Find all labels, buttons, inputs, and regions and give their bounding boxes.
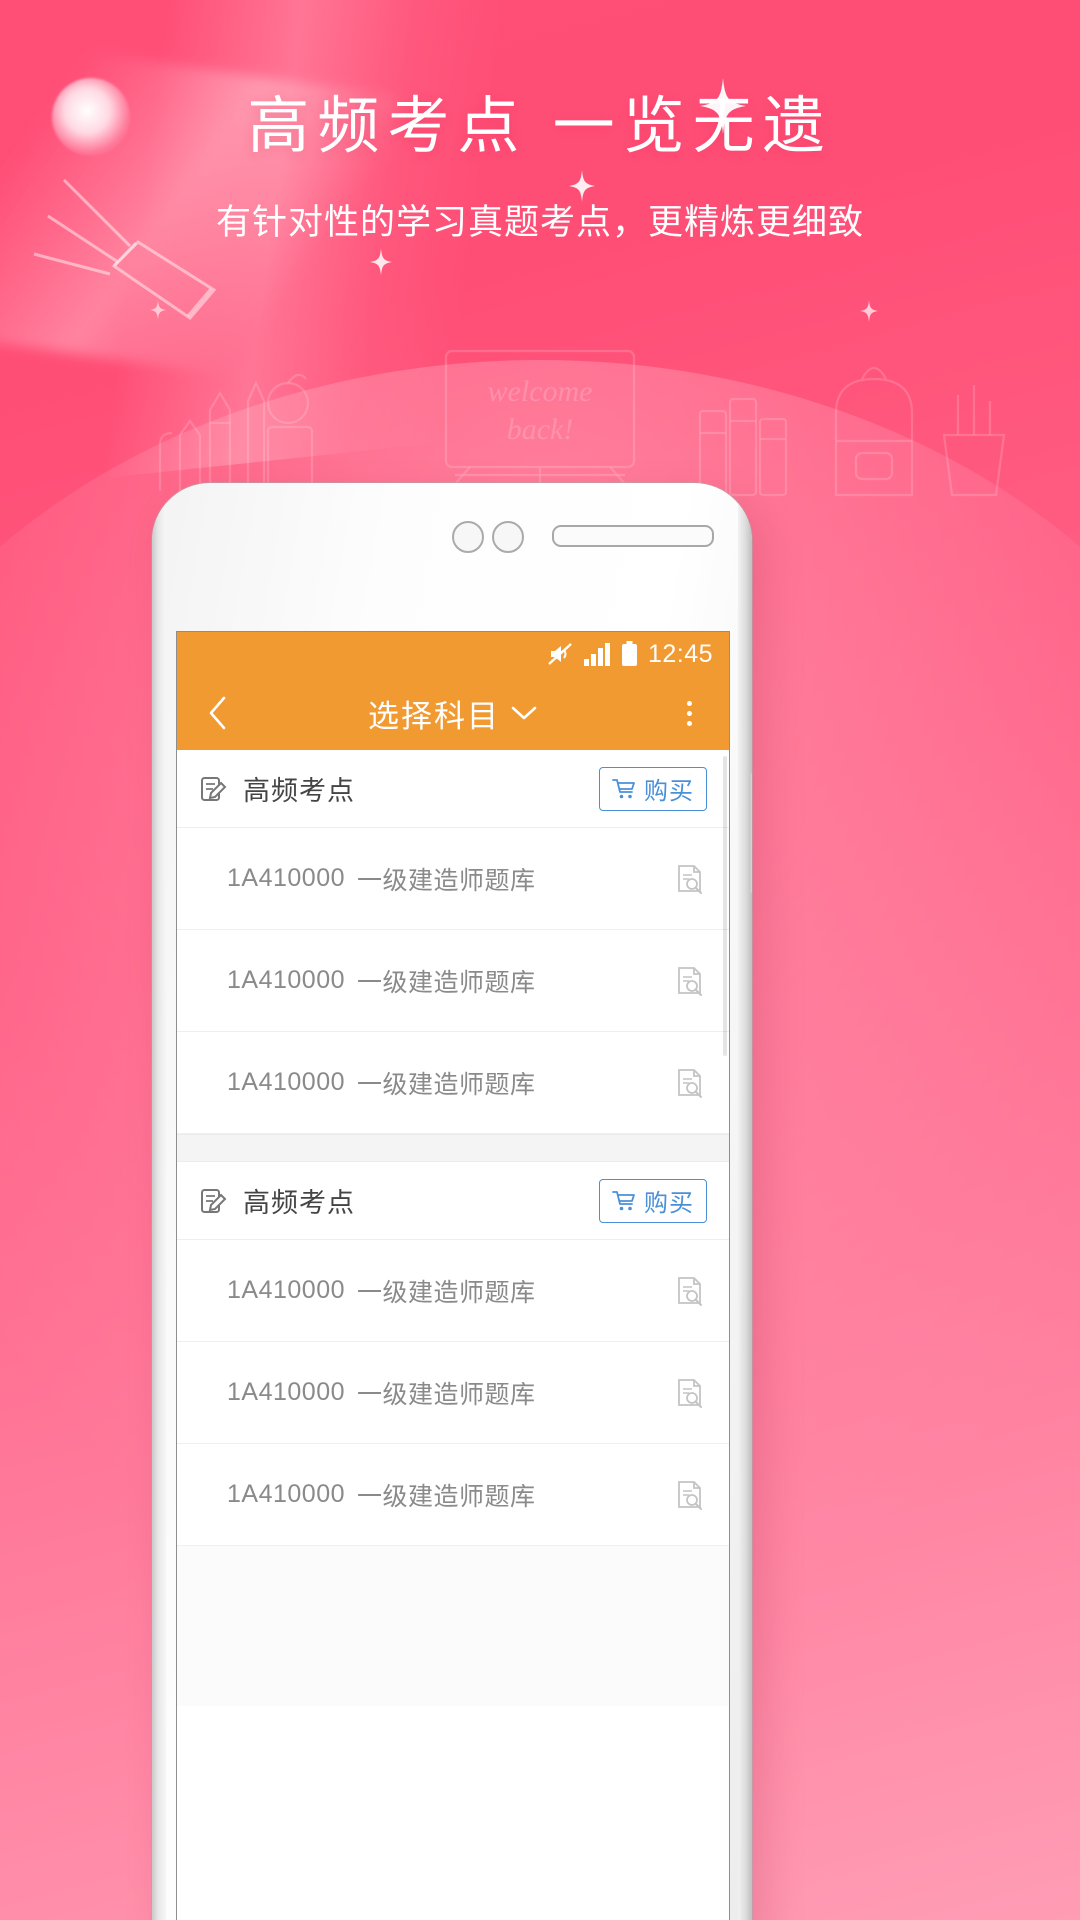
buy-button[interactable]: 购买 xyxy=(599,1178,707,1223)
sparkle-icon xyxy=(150,300,166,320)
svg-text:welcome: welcome xyxy=(488,375,593,408)
sparkle-icon xyxy=(370,248,392,276)
scrollbar[interactable] xyxy=(723,756,727,1056)
status-time: 12:45 xyxy=(647,639,713,668)
doc-search-icon[interactable] xyxy=(673,862,707,896)
overflow-menu-button[interactable] xyxy=(667,690,711,736)
phone-top-bezel xyxy=(152,483,752,631)
item-code: 1A410000 xyxy=(227,864,346,892)
front-camera-icon xyxy=(452,521,484,553)
app-bar: 选择科目 xyxy=(177,676,729,750)
signal-icon xyxy=(583,642,611,666)
list-empty-tail xyxy=(177,1546,729,1706)
doc-search-icon[interactable] xyxy=(673,1274,707,1308)
app-bar-title-group: 选择科目 xyxy=(177,691,729,736)
buy-button-label: 购买 xyxy=(644,1190,694,1217)
chevron-down-icon[interactable] xyxy=(510,704,538,722)
item-code: 1A410000 xyxy=(227,1378,346,1406)
page-title: 高频考点 一览无遗 xyxy=(247,92,833,161)
note-edit-icon xyxy=(199,774,229,804)
flashlight-icon xyxy=(33,178,217,320)
volume-button[interactable] xyxy=(749,773,752,893)
note-edit-icon xyxy=(199,1186,229,1216)
sparkle-icon xyxy=(569,170,595,202)
cart-icon xyxy=(612,1190,635,1210)
item-title: 一级建造师题库 xyxy=(357,1070,536,1099)
item-code: 1A410000 xyxy=(227,1276,346,1304)
list-item[interactable]: 1A410000 一级建造师题库 xyxy=(177,1240,729,1342)
svg-text:back!: back! xyxy=(507,413,574,446)
group-section: 高频考点 购买 1A410000 一级建造师题库 1A410000 一级建造师题… xyxy=(177,1162,729,1546)
doc-search-icon[interactable] xyxy=(673,1478,707,1512)
phone-right-edge xyxy=(738,483,752,1920)
list-item[interactable]: 1A410000 一级建造师题库 xyxy=(177,1342,729,1444)
overflow-menu-icon xyxy=(686,700,692,706)
back-button[interactable] xyxy=(195,690,241,736)
sparkle-icon xyxy=(860,300,878,322)
proximity-sensor-icon xyxy=(492,521,524,553)
list-item[interactable]: 1A410000 一级建造师题库 xyxy=(177,930,729,1032)
doc-search-icon[interactable] xyxy=(673,964,707,998)
item-title: 一级建造师题库 xyxy=(357,968,536,997)
buy-button[interactable]: 购买 xyxy=(599,766,707,811)
group-divider xyxy=(177,1134,729,1162)
mute-icon xyxy=(547,641,573,667)
app-bar-title: 选择科目 xyxy=(368,698,500,734)
list-item[interactable]: 1A410000 一级建造师题库 xyxy=(177,1032,729,1134)
item-title: 一级建造师题库 xyxy=(357,1482,536,1511)
group-header: 高频考点 购买 xyxy=(177,750,729,828)
item-code: 1A410000 xyxy=(227,1068,346,1096)
school-doodles: welcome back! xyxy=(158,349,1006,502)
light-beam xyxy=(0,0,790,511)
buy-button-label: 购买 xyxy=(644,778,694,805)
item-title: 一级建造师题库 xyxy=(357,1380,536,1409)
phone-mockup: 12:45 选择科目 高频考点 购买 1A410000 一级建造师题库 1A41… xyxy=(152,483,752,1920)
chevron-left-icon xyxy=(209,696,226,730)
group-section: 高频考点 购买 1A410000 一级建造师题库 1A410000 一级建造师题… xyxy=(177,750,729,1134)
status-bar: 12:45 xyxy=(177,632,729,676)
promo-banner: welcome back! 高频考点 一览无遗 有针对性的学习真题考点，更精炼更… xyxy=(0,0,1080,1920)
cart-icon xyxy=(612,778,635,798)
overflow-menu-icon xyxy=(686,720,692,726)
battery-icon xyxy=(621,641,638,667)
doc-search-icon[interactable] xyxy=(673,1066,707,1100)
item-title: 一级建造师题库 xyxy=(357,1278,536,1307)
earpiece-speaker xyxy=(552,525,714,547)
item-code: 1A410000 xyxy=(227,1480,346,1508)
doc-search-icon[interactable] xyxy=(673,1376,707,1410)
phone-screen: 12:45 选择科目 高频考点 购买 1A410000 一级建造师题库 1A41… xyxy=(176,631,730,1920)
content-scroll-area[interactable]: 高频考点 购买 1A410000 一级建造师题库 1A410000 一级建造师题… xyxy=(177,750,729,1920)
item-title: 一级建造师题库 xyxy=(357,866,536,895)
group-title: 高频考点 xyxy=(243,776,355,806)
phone-left-edge xyxy=(152,483,166,1920)
item-code: 1A410000 xyxy=(227,966,346,994)
group-header: 高频考点 购买 xyxy=(177,1162,729,1240)
list-item[interactable]: 1A410000 一级建造师题库 xyxy=(177,828,729,930)
overflow-menu-icon xyxy=(686,710,692,716)
page-subtitle: 有针对性的学习真题考点，更精炼更细致 xyxy=(215,203,864,242)
list-item[interactable]: 1A410000 一级建造师题库 xyxy=(177,1444,729,1546)
group-title: 高频考点 xyxy=(243,1188,355,1218)
